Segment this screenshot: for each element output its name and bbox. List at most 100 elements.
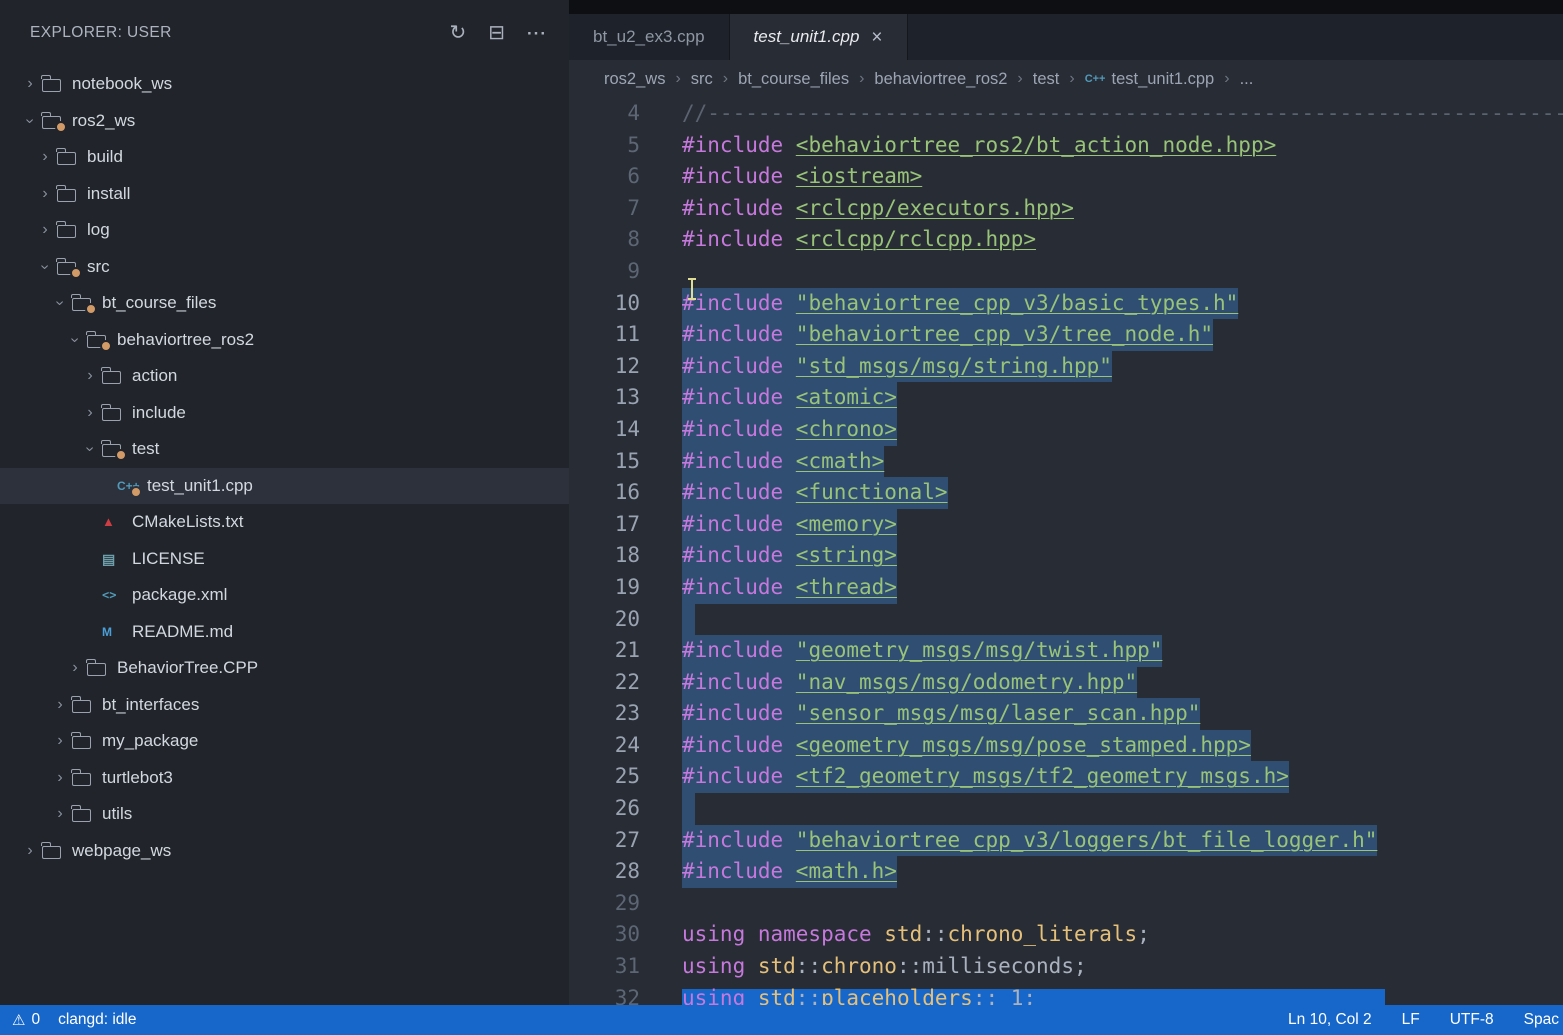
chevron-right-icon[interactable]: › bbox=[48, 732, 72, 750]
tree-item-my-package[interactable]: ›my_package bbox=[0, 723, 569, 760]
status-eol[interactable]: LF bbox=[1402, 1011, 1420, 1029]
chevron-right-icon[interactable]: › bbox=[33, 221, 57, 239]
code-line-12[interactable]: 12#include "std_msgs/msg/string.hpp" bbox=[569, 351, 1563, 383]
code-text: #include <iostream> bbox=[682, 161, 922, 193]
tree-item-behaviortree-cpp[interactable]: › BehaviorTree.CPP bbox=[0, 650, 569, 687]
chevron-down-icon[interactable]: › bbox=[18, 112, 42, 130]
refresh-icon[interactable]: ↻ bbox=[449, 23, 466, 43]
tree-item-cmakelists-txt[interactable]: ▲CMakeLists.txt bbox=[0, 504, 569, 541]
code-line-29[interactable]: 29 bbox=[569, 888, 1563, 920]
chevron-right-icon[interactable]: › bbox=[48, 805, 72, 823]
status-cursor-position[interactable]: Ln 10, Col 2 bbox=[1288, 1011, 1372, 1029]
code-line-17[interactable]: 17#include <memory> bbox=[569, 509, 1563, 541]
cmake-file-icon: ▲ bbox=[102, 514, 128, 530]
code-line-4[interactable]: 4//-------------------------------------… bbox=[569, 98, 1563, 130]
tree-item-install[interactable]: › install bbox=[0, 176, 569, 213]
tree-item-log[interactable]: ›log bbox=[0, 212, 569, 249]
code-line-31[interactable]: 31using std::chrono::milliseconds; bbox=[569, 951, 1563, 983]
tree-item-behaviortree-ros2[interactable]: ›behaviortree_ros2 bbox=[0, 322, 569, 359]
tree-item-readme-md[interactable]: MREADME.md bbox=[0, 614, 569, 651]
code-text: #include <cmath> bbox=[682, 446, 884, 478]
code-line-8[interactable]: 8#include <rclcpp/rclcpp.hpp> bbox=[569, 224, 1563, 256]
tree-item-label: BehaviorTree.CPP bbox=[117, 658, 258, 678]
chevron-right-icon[interactable]: › bbox=[33, 185, 57, 203]
breadcrumb-item-test[interactable]: test bbox=[1033, 70, 1060, 89]
tree-item-test-unit1-cpp[interactable]: C++test_unit1.cpp bbox=[0, 468, 569, 505]
explorer-title: EXPLORER: USER bbox=[30, 24, 449, 42]
chevron-right-icon[interactable]: › bbox=[48, 696, 72, 714]
tree-item-test[interactable]: ›test bbox=[0, 431, 569, 468]
tree-item-action[interactable]: ›action bbox=[0, 358, 569, 395]
code-line-11[interactable]: 11#include "behaviortree_cpp_v3/tree_nod… bbox=[569, 319, 1563, 351]
code-line-28[interactable]: 28#include <math.h> bbox=[569, 856, 1563, 888]
code-line-13[interactable]: 13#include <atomic> bbox=[569, 382, 1563, 414]
chevron-right-icon[interactable]: › bbox=[63, 659, 87, 677]
chevron-down-icon[interactable]: › bbox=[63, 331, 87, 349]
code-line-25[interactable]: 25#include <tf2_geometry_msgs/tf2_geomet… bbox=[569, 761, 1563, 793]
status-clangd[interactable]: clangd: idle bbox=[58, 1011, 136, 1029]
breadcrumb-item-test-unit1-cpp[interactable]: C++test_unit1.cpp bbox=[1085, 70, 1215, 89]
code-line-16[interactable]: 16#include <functional> bbox=[569, 477, 1563, 509]
code-line-9[interactable]: 9 bbox=[569, 256, 1563, 288]
code-line-27[interactable]: 27#include "behaviortree_cpp_v3/loggers/… bbox=[569, 825, 1563, 857]
code-line-32[interactable]: 32using std::placeholders::_1; bbox=[569, 983, 1563, 1005]
tab-bt-u2-ex3-cpp[interactable]: bt_u2_ex3.cpp bbox=[569, 14, 730, 60]
tree-item-package-xml[interactable]: <>package.xml bbox=[0, 577, 569, 614]
more-actions-icon[interactable]: ··· bbox=[527, 25, 547, 42]
status-indentation[interactable]: Spac bbox=[1524, 1011, 1559, 1029]
code-line-26[interactable]: 26 bbox=[569, 793, 1563, 825]
tree-item-utils[interactable]: ›utils bbox=[0, 796, 569, 833]
line-number: 21 bbox=[569, 635, 640, 667]
chevron-down-icon[interactable]: › bbox=[33, 258, 57, 276]
chevron-right-icon[interactable]: › bbox=[78, 367, 102, 385]
breadcrumb-item--[interactable]: ... bbox=[1240, 70, 1254, 89]
chevron-right-icon[interactable]: › bbox=[78, 404, 102, 422]
collapse-folders-icon[interactable]: ⊟ bbox=[488, 23, 505, 43]
code-line-23[interactable]: 23#include "sensor_msgs/msg/laser_scan.h… bbox=[569, 698, 1563, 730]
tab-test-unit1-cpp[interactable]: test_unit1.cpp × bbox=[730, 14, 908, 60]
chevron-right-icon[interactable]: › bbox=[18, 75, 42, 93]
code-line-30[interactable]: 30using namespace std::chrono_literals; bbox=[569, 919, 1563, 951]
breadcrumb-item-behaviortree-ros2[interactable]: behaviortree_ros2 bbox=[874, 70, 1007, 89]
status-warnings[interactable]: ⚠0 bbox=[12, 1011, 40, 1029]
tab-label: test_unit1.cpp bbox=[754, 27, 860, 47]
close-icon[interactable]: × bbox=[871, 28, 882, 47]
code-editor[interactable]: 4//-------------------------------------… bbox=[569, 98, 1563, 1005]
tree-item-bt-interfaces[interactable]: ›bt_interfaces bbox=[0, 687, 569, 724]
code-line-5[interactable]: 5#include <behaviortree_ros2/bt_action_n… bbox=[569, 130, 1563, 162]
code-line-7[interactable]: 7#include <rclcpp/executors.hpp> bbox=[569, 193, 1563, 225]
code-line-19[interactable]: 19#include <thread> bbox=[569, 572, 1563, 604]
tree-item-notebook-ws[interactable]: ›notebook_ws bbox=[0, 66, 569, 103]
code-line-15[interactable]: 15#include <cmath> bbox=[569, 446, 1563, 478]
tree-item-build[interactable]: ›build bbox=[0, 139, 569, 176]
code-line-18[interactable]: 18#include <string> bbox=[569, 540, 1563, 572]
code-line-20[interactable]: 20 bbox=[569, 604, 1563, 636]
tree-item-src[interactable]: ›src bbox=[0, 249, 569, 286]
tree-item-ros2-ws[interactable]: ›ros2_ws bbox=[0, 103, 569, 140]
tree-item-webpage-ws[interactable]: ›webpage_ws bbox=[0, 833, 569, 870]
tree-item-license[interactable]: ▤LICENSE bbox=[0, 541, 569, 578]
code-line-24[interactable]: 24#include <geometry_msgs/msg/pose_stamp… bbox=[569, 730, 1563, 762]
code-line-14[interactable]: 14#include <chrono> bbox=[569, 414, 1563, 446]
tree-item-include[interactable]: ›include bbox=[0, 395, 569, 432]
chevron-right-icon[interactable]: › bbox=[48, 769, 72, 787]
code-line-21[interactable]: 21#include "geometry_msgs/msg/twist.hpp" bbox=[569, 635, 1563, 667]
chevron-down-icon[interactable]: › bbox=[78, 440, 102, 458]
folder-icon bbox=[57, 222, 83, 238]
chevron-right-icon[interactable]: › bbox=[33, 148, 57, 166]
code-line-10[interactable]: 10#include "behaviortree_cpp_v3/basic_ty… bbox=[569, 288, 1563, 320]
tree-item-turtlebot3[interactable]: ›turtlebot3 bbox=[0, 760, 569, 797]
breadcrumb-item-src[interactable]: src bbox=[691, 70, 713, 89]
tree-item-bt-course-files[interactable]: ›bt_course_files bbox=[0, 285, 569, 322]
line-number: 11 bbox=[569, 319, 640, 351]
code-line-6[interactable]: 6#include <iostream> bbox=[569, 161, 1563, 193]
code-line-22[interactable]: 22#include "nav_msgs/msg/odometry.hpp" bbox=[569, 667, 1563, 699]
chevron-right-icon[interactable]: › bbox=[18, 842, 42, 860]
cpp-file-icon: C++ bbox=[117, 478, 143, 494]
line-number: 25 bbox=[569, 761, 640, 793]
tree-item-label: install bbox=[87, 184, 130, 204]
chevron-down-icon[interactable]: › bbox=[48, 294, 72, 312]
status-encoding[interactable]: UTF-8 bbox=[1450, 1011, 1494, 1029]
breadcrumb-item-ros2-ws[interactable]: ros2_ws bbox=[604, 70, 665, 89]
breadcrumb-item-bt-course-files[interactable]: bt_course_files bbox=[738, 70, 849, 89]
